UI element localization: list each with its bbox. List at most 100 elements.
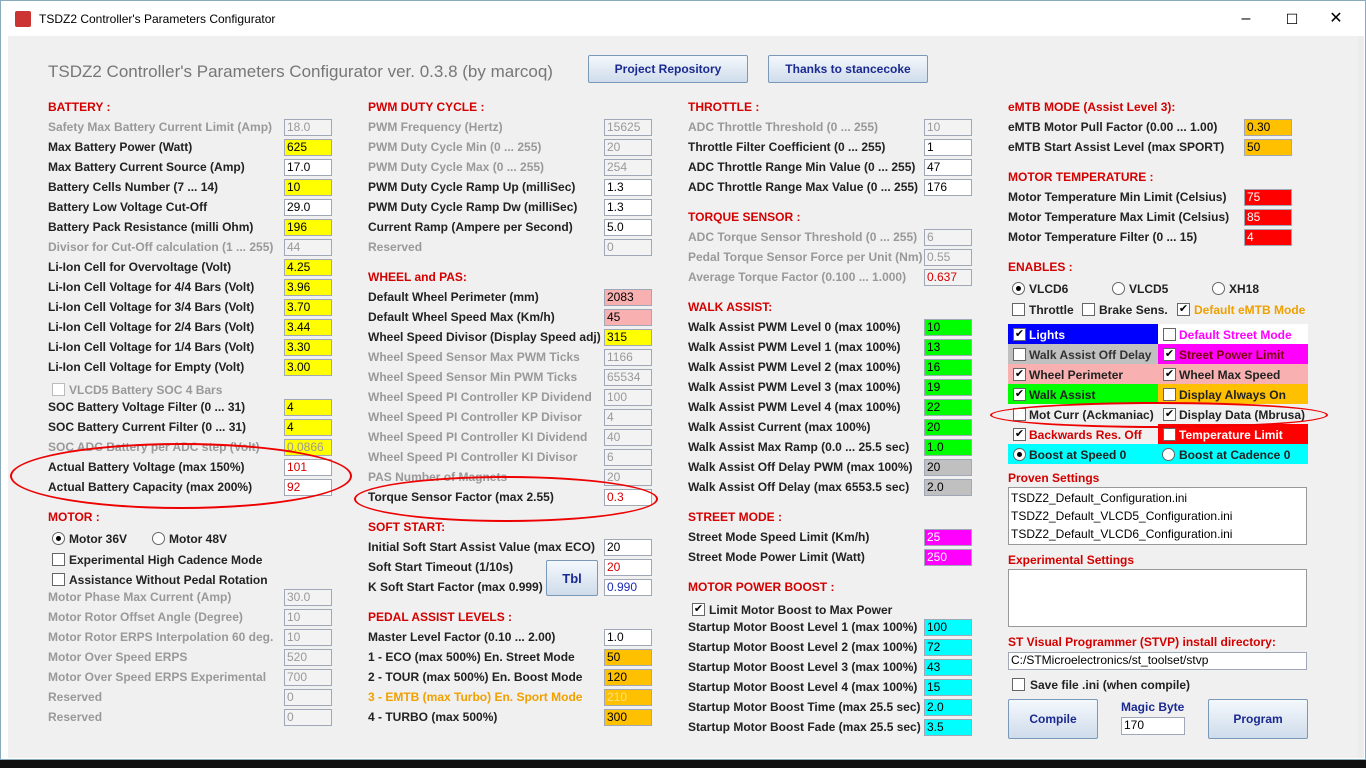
battery-row-field[interactable]: 18.0 (284, 119, 332, 136)
proven-settings-item[interactable]: TSDZ2_Default_Configuration.ini (1011, 491, 1187, 505)
motor-row-field[interactable]: 700 (284, 669, 332, 686)
walk-assist-row-field[interactable]: 10 (924, 319, 972, 336)
walk-assist-row-field[interactable]: 16 (924, 359, 972, 376)
battery-soc-row-field[interactable]: 101 (284, 459, 332, 476)
boost-row-field[interactable]: 3.5 (924, 719, 972, 736)
motor-row-field[interactable]: 520 (284, 649, 332, 666)
walk-assist-row-field[interactable]: 19 (924, 379, 972, 396)
enable-checkbox[interactable]: ✔ (1013, 328, 1026, 341)
battery-row-field[interactable]: 3.30 (284, 339, 332, 356)
motor-row-field[interactable]: 10 (284, 609, 332, 626)
boost-row-field[interactable]: 72 (924, 639, 972, 656)
battery-row-field[interactable]: 4.25 (284, 259, 332, 276)
boost-row-field[interactable]: 100 (924, 619, 972, 636)
program-button[interactable]: Program (1208, 699, 1308, 739)
pwm-row-field[interactable]: 1.3 (604, 199, 652, 216)
throttle-row-field[interactable]: 176 (924, 179, 972, 196)
project-repository-button[interactable]: Project Repository (588, 55, 748, 83)
enable-checkbox[interactable] (1163, 428, 1176, 441)
battery-row-field[interactable]: 3.44 (284, 319, 332, 336)
enable-checkbox[interactable] (1013, 348, 1026, 361)
pwm-row-field[interactable]: 1.3 (604, 179, 652, 196)
maximize-button[interactable]: ☐ (1269, 1, 1315, 37)
soft-start-row-field[interactable]: 20 (604, 539, 652, 556)
street-mode-row-field[interactable]: 25 (924, 529, 972, 546)
wheel-row-field[interactable]: 65534 (604, 369, 652, 386)
battery-soc-row-field[interactable]: 92 (284, 479, 332, 496)
proven-settings-item[interactable]: TSDZ2_Default_VLCD5_Configuration.ini (1011, 509, 1232, 523)
battery-row-field[interactable]: 625 (284, 139, 332, 156)
proven-settings-item[interactable]: TSDZ2_Default_VLCD6_Configuration.ini (1011, 527, 1232, 541)
battery-row-field[interactable]: 3.70 (284, 299, 332, 316)
battery-row-field[interactable]: 44 (284, 239, 332, 256)
enable-checkbox[interactable] (1163, 388, 1176, 401)
street-mode-row-field[interactable]: 250 (924, 549, 972, 566)
motor-36v-radio[interactable] (52, 532, 65, 545)
walk-assist-row-field[interactable]: 1.0 (924, 439, 972, 456)
soft-start-row-field[interactable]: 0.990 (604, 579, 652, 596)
wheel-row-field[interactable]: 100 (604, 389, 652, 406)
pwm-row-field[interactable]: 5.0 (604, 219, 652, 236)
assist-level-row-field[interactable]: 1.0 (604, 629, 652, 646)
boost-row-field[interactable]: 2.0 (924, 699, 972, 716)
default-emtb-checkbox[interactable]: ✔ (1177, 303, 1190, 316)
soft-start-row-field[interactable]: 20 (604, 559, 652, 576)
motor-row-field[interactable]: 0 (284, 709, 332, 726)
torque-row-field[interactable]: 0.55 (924, 249, 972, 266)
enable-checkbox[interactable]: ✔ (1013, 388, 1026, 401)
thanks-button[interactable]: Thanks to stancecoke (768, 55, 928, 83)
assist-level-row-field[interactable]: 50 (604, 649, 652, 666)
motor-48v-radio[interactable] (152, 532, 165, 545)
wheel-row-field[interactable]: 0.3 (604, 489, 652, 506)
wheel-row-field[interactable]: 6 (604, 449, 652, 466)
battery-row-field[interactable]: 3.00 (284, 359, 332, 376)
battery-row-field[interactable]: 10 (284, 179, 332, 196)
compile-button[interactable]: Compile (1008, 699, 1098, 739)
battery-row-field[interactable]: 29.0 (284, 199, 332, 216)
battery-soc-row-field[interactable]: 0.0866 (284, 439, 332, 456)
wheel-row-field[interactable]: 20 (604, 469, 652, 486)
walk-assist-row-field[interactable]: 20 (924, 419, 972, 436)
limit-boost-checkbox[interactable]: ✔ (692, 603, 705, 616)
magic-byte-input[interactable]: 170 (1121, 717, 1185, 735)
throttle-row-field[interactable]: 10 (924, 119, 972, 136)
battery-soc-row-field[interactable]: 4 (284, 419, 332, 436)
wheel-row-field[interactable]: 45 (604, 309, 652, 326)
tbl-button[interactable]: Tbl (546, 560, 598, 596)
stvp-path-input[interactable]: C:/STMicroelectronics/st_toolset/stvp (1008, 652, 1307, 670)
enable-checkbox[interactable]: ✔ (1013, 368, 1026, 381)
pwm-row-field[interactable]: 0 (604, 239, 652, 256)
battery-row-field[interactable]: 196 (284, 219, 332, 236)
motor-temp-row-field[interactable]: 4 (1244, 229, 1292, 246)
walk-assist-row-field[interactable]: 20 (924, 459, 972, 476)
battery-row-field[interactable]: 17.0 (284, 159, 332, 176)
wheel-row-field[interactable]: 40 (604, 429, 652, 446)
experimental-settings-list[interactable] (1008, 569, 1307, 627)
motor-temp-row-field[interactable]: 75 (1244, 189, 1292, 206)
torque-row-field[interactable]: 6 (924, 229, 972, 246)
battery-soc-row-field[interactable]: 4 (284, 399, 332, 416)
enable-checkbox[interactable]: ✔ (1163, 408, 1176, 421)
motor-row-field[interactable]: 10 (284, 629, 332, 646)
assist-level-row-field[interactable]: 120 (604, 669, 652, 686)
battery-row-field[interactable]: 3.96 (284, 279, 332, 296)
wheel-row-field[interactable]: 2083 (604, 289, 652, 306)
boost-speed-radio[interactable] (1013, 448, 1026, 461)
pwm-row-field[interactable]: 20 (604, 139, 652, 156)
exp-cadence-checkbox[interactable] (52, 553, 65, 566)
save-ini-checkbox[interactable] (1012, 678, 1025, 691)
wheel-row-field[interactable]: 315 (604, 329, 652, 346)
emtb-row-field[interactable]: 50 (1244, 139, 1292, 156)
emtb-row-field[interactable]: 0.30 (1244, 119, 1292, 136)
walk-assist-row-field[interactable]: 22 (924, 399, 972, 416)
walk-assist-row-field[interactable]: 13 (924, 339, 972, 356)
pwm-row-field[interactable]: 15625 (604, 119, 652, 136)
throttle-row-field[interactable]: 47 (924, 159, 972, 176)
enable-checkbox[interactable] (1013, 408, 1026, 421)
pwm-row-field[interactable]: 254 (604, 159, 652, 176)
vlcd5-soc-checkbox[interactable] (52, 383, 65, 396)
minimize-button[interactable]: – (1223, 1, 1269, 37)
enable-checkbox[interactable]: ✔ (1163, 348, 1176, 361)
wheel-row-field[interactable]: 4 (604, 409, 652, 426)
assist-level-row-field[interactable]: 210 (604, 689, 652, 706)
